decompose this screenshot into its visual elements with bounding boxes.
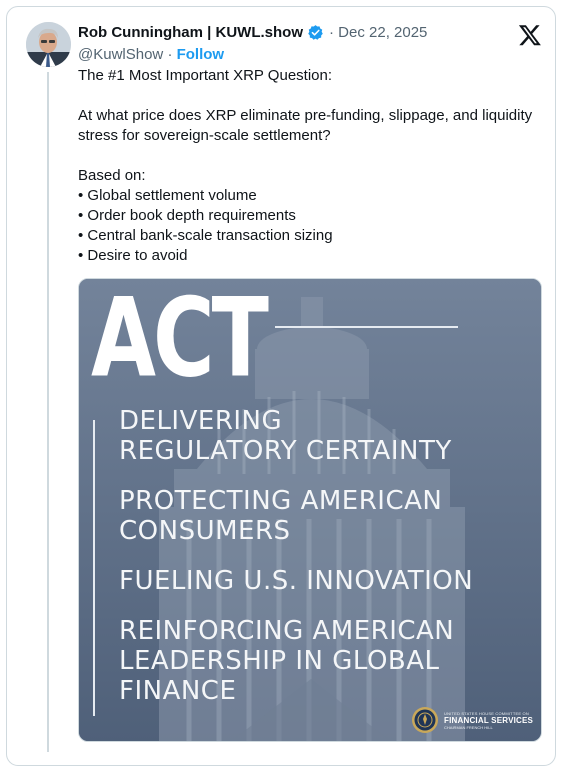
date-text: Dec 22, 2025 (338, 24, 428, 41)
avatar-image (26, 22, 71, 67)
author-line: Rob Cunningham | KUWL.show · Dec 22, 202… (78, 24, 427, 41)
thread-line (47, 72, 49, 752)
tweet-date[interactable]: · Dec 22, 2025 (329, 24, 427, 41)
heading-rule (275, 326, 458, 328)
avatar[interactable] (26, 22, 71, 67)
act-heading: ACT (91, 278, 269, 402)
left-rule (93, 420, 95, 716)
x-logo-icon[interactable] (518, 23, 542, 47)
committee-seal: UNITED STATES HOUSE COMMITTEE ON FINANCI… (411, 706, 533, 734)
author-handle[interactable]: @KuwlShow (78, 46, 163, 63)
headline-line: FUELING U.S. INNOVATION (119, 566, 474, 596)
author-display-name[interactable]: Rob Cunningham | KUWL.show (78, 24, 303, 41)
seal-sub-text: CHAIRMAN FRENCH HILL (444, 724, 493, 730)
headline-line: FINANCE (119, 676, 237, 706)
tweet-text: The #1 Most Important XRP Question: At w… (78, 67, 533, 264)
seal-main-text: FINANCIAL SERVICES (444, 715, 534, 725)
seal-icon (412, 707, 438, 733)
verified-badge-icon (308, 25, 323, 40)
headline-line: REINFORCING AMERICAN (119, 616, 455, 646)
separator-dot: · (167, 46, 173, 63)
headline-line: CONSUMERS (119, 516, 291, 546)
headline-line: LEADERSHIP IN GLOBAL (119, 646, 440, 676)
headline-line: DELIVERING (119, 406, 283, 436)
separator-dot: · (329, 24, 334, 41)
headline-line: PROTECTING AMERICAN (119, 486, 443, 516)
handle-line: @KuwlShow · Follow (78, 46, 224, 63)
follow-button[interactable]: Follow (177, 46, 225, 63)
headline-line: REGULATORY CERTAINTY (119, 436, 452, 466)
seal-top-text: UNITED STATES HOUSE COMMITTEE ON (444, 710, 529, 716)
tweet-media-image[interactable]: ACT DELIVERING REGULATORY CERTAINTY PROT… (78, 278, 542, 742)
